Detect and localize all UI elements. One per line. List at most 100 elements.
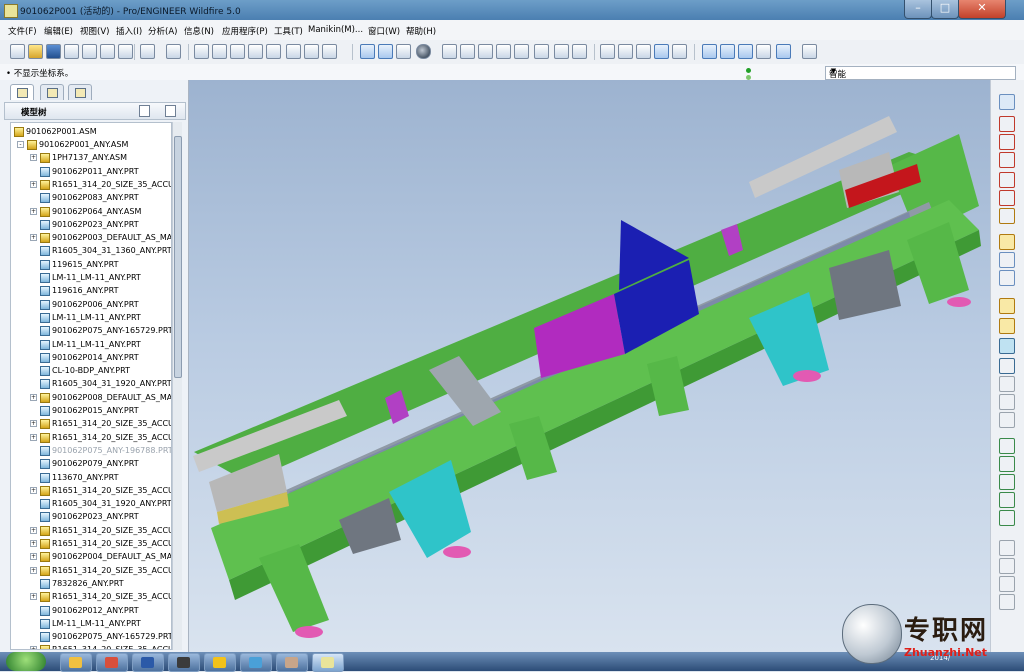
datum-planes-icon[interactable] — [702, 44, 717, 59]
extrude-icon[interactable] — [999, 298, 1015, 314]
taskbar-app[interactable] — [276, 653, 308, 672]
layers-icon[interactable] — [554, 44, 569, 59]
draft-icon[interactable] — [999, 394, 1015, 410]
menu-applications[interactable]: 应用程序(P) — [222, 25, 268, 37]
pan-hand-icon[interactable] — [442, 44, 457, 59]
trim-icon[interactable] — [999, 492, 1015, 508]
solidify-icon[interactable] — [999, 576, 1015, 592]
paste-icon[interactable] — [230, 44, 245, 59]
menu-file[interactable]: 文件(F) — [8, 25, 37, 37]
csys-icon[interactable] — [756, 44, 771, 59]
tree-settings-icon[interactable] — [139, 105, 150, 117]
context-help-icon[interactable] — [802, 44, 817, 59]
collapse-icon[interactable]: - — [17, 141, 24, 148]
shading-icon[interactable] — [654, 44, 669, 59]
minimize-button[interactable]: – — [904, 0, 932, 19]
start-button[interactable] — [6, 652, 46, 671]
enhanced-realism-icon[interactable] — [672, 44, 687, 59]
round-icon[interactable] — [999, 358, 1015, 374]
datum-axes-icon[interactable] — [720, 44, 735, 59]
new-file-icon[interactable] — [10, 44, 25, 59]
taskbar-proe[interactable] — [312, 653, 344, 672]
expand-icon[interactable]: + — [30, 526, 37, 534]
spin-center-icon[interactable] — [378, 44, 393, 59]
saved-views-icon[interactable] — [534, 44, 549, 59]
no-hidden-icon[interactable] — [636, 44, 651, 59]
expand-icon[interactable]: + — [30, 646, 37, 649]
expand-icon[interactable]: + — [30, 154, 37, 162]
view-manager-icon[interactable] — [572, 44, 587, 59]
menu-insert[interactable]: 插入(I) — [116, 25, 142, 37]
taskbar-app[interactable] — [204, 653, 236, 672]
expand-icon[interactable]: + — [30, 207, 37, 215]
hole-icon[interactable] — [999, 338, 1015, 354]
menu-analysis[interactable]: 分析(A) — [148, 25, 177, 37]
save-copy-icon[interactable] — [64, 44, 79, 59]
orient-mode-icon[interactable] — [396, 44, 411, 59]
cut-icon[interactable] — [194, 44, 209, 59]
tree-show-icon[interactable] — [165, 105, 176, 117]
shell-icon[interactable] — [999, 412, 1015, 428]
expand-icon[interactable]: + — [30, 486, 37, 494]
taskbar-app[interactable] — [168, 653, 200, 672]
csys-datum-icon[interactable] — [999, 190, 1015, 206]
tab-folder-browser[interactable] — [40, 84, 64, 100]
menu-manikin[interactable]: Manikin(M)... — [308, 25, 363, 35]
zoom-out-icon[interactable] — [478, 44, 493, 59]
mirror-icon[interactable] — [999, 456, 1015, 472]
expand-icon[interactable]: + — [30, 420, 37, 428]
expand-icon[interactable]: + — [30, 540, 37, 547]
offset-icon[interactable] — [999, 540, 1015, 556]
menu-edit[interactable]: 编辑(E) — [44, 25, 73, 37]
taskbar-explorer[interactable] — [60, 653, 92, 672]
annotation-icon[interactable] — [776, 44, 791, 59]
curve-icon[interactable] — [999, 152, 1015, 168]
point-icon[interactable] — [999, 172, 1015, 188]
chamfer-icon[interactable] — [999, 376, 1015, 392]
taskbar-word[interactable] — [132, 653, 164, 672]
expand-icon[interactable]: + — [30, 433, 37, 441]
analysis-feature-icon[interactable] — [999, 208, 1015, 224]
expand-icon[interactable]: + — [30, 566, 37, 574]
print-icon[interactable] — [82, 44, 97, 59]
taskbar-app[interactable] — [96, 653, 128, 672]
regenerate-icon[interactable] — [266, 44, 281, 59]
close-button[interactable]: ✕ — [958, 0, 1006, 19]
repaint-icon[interactable] — [360, 44, 375, 59]
expand-icon[interactable]: + — [30, 593, 37, 601]
copy-icon[interactable] — [212, 44, 227, 59]
email-icon[interactable] — [118, 44, 133, 59]
plane-icon[interactable] — [999, 116, 1015, 132]
axis-icon[interactable] — [999, 134, 1015, 150]
binoculars-icon[interactable] — [304, 44, 319, 59]
expand-icon[interactable]: + — [30, 553, 37, 561]
revolve-icon[interactable] — [999, 318, 1015, 334]
select-box-icon[interactable] — [322, 44, 337, 59]
find-icon[interactable] — [286, 44, 301, 59]
menu-help[interactable]: 帮助(H) — [406, 25, 436, 37]
assemble-icon[interactable] — [999, 234, 1015, 250]
wireframe-icon[interactable] — [600, 44, 615, 59]
sketch-icon[interactable] — [999, 94, 1015, 110]
refit-icon[interactable] — [496, 44, 511, 59]
create-component-icon[interactable] — [999, 252, 1015, 268]
menu-view[interactable]: 视图(V) — [80, 25, 109, 37]
hidden-line-icon[interactable] — [618, 44, 633, 59]
open-folder-icon[interactable] — [28, 44, 43, 59]
pattern-icon[interactable] — [999, 438, 1015, 454]
redo-icon[interactable] — [166, 44, 181, 59]
tree-scrollbar[interactable] — [172, 122, 182, 650]
taskbar-app[interactable] — [240, 653, 272, 672]
print-preview-icon[interactable] — [100, 44, 115, 59]
display-style-icon[interactable] — [416, 44, 431, 59]
menu-info[interactable]: 信息(N) — [184, 25, 214, 37]
merge-icon[interactable] — [999, 474, 1015, 490]
extend-icon[interactable] — [999, 510, 1015, 526]
paste-special-icon[interactable] — [248, 44, 263, 59]
tab-favorites[interactable] — [68, 84, 92, 100]
save-icon[interactable] — [46, 44, 61, 59]
tab-model-tree[interactable] — [10, 84, 34, 100]
expand-icon[interactable]: + — [30, 393, 37, 401]
package-icon[interactable] — [999, 270, 1015, 286]
thicken-icon[interactable] — [999, 558, 1015, 574]
